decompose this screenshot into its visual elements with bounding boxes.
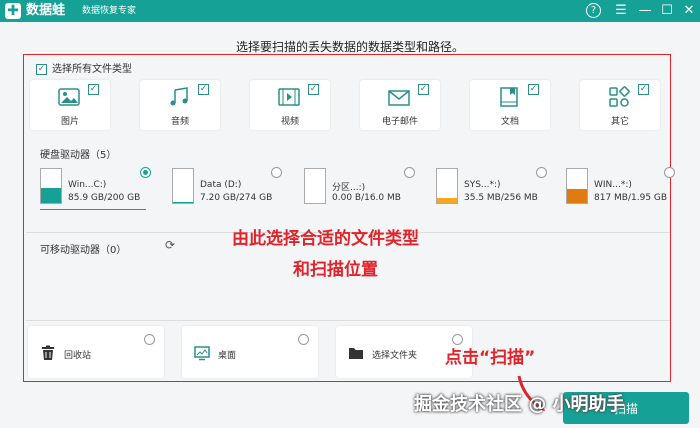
drive-icon	[436, 168, 458, 204]
drive-item[interactable]: SYS...*:) 35.5 MB/256 MB	[436, 165, 566, 211]
drive-icon	[304, 168, 326, 204]
filetype-label: 其它	[610, 117, 629, 127]
filetype-image[interactable]: ✓ 图片	[30, 80, 110, 130]
desktop-icon	[194, 346, 210, 361]
other-icon	[609, 86, 630, 107]
select-all-label: 选择所有文件类型	[52, 64, 132, 75]
location-label: 回收站	[64, 351, 92, 361]
location-radio[interactable]	[298, 334, 309, 345]
location-radio[interactable]	[144, 334, 155, 345]
instruction-text: 选择要扫描的丢失数据的数据类型和路径。	[235, 40, 464, 54]
close-icon[interactable]: ✕	[680, 2, 698, 20]
drive-usage-fill	[437, 198, 457, 203]
email-icon	[388, 90, 410, 106]
app-name: 数据蛙	[26, 3, 66, 18]
drive-radio[interactable]	[140, 167, 151, 178]
select-all-checkbox[interactable]: ✓ 选择所有文件类型	[36, 60, 132, 75]
drive-usage-fill	[41, 188, 61, 203]
maximize-icon[interactable]: ☐	[658, 2, 676, 20]
drive-item[interactable]: WIN...*:) 817 MB/1.95 GB	[566, 165, 696, 211]
drive-icon	[566, 168, 588, 204]
annotation-text-line2: 和扫描位置	[293, 260, 378, 280]
filetype-label: 视频	[280, 117, 299, 127]
drive-name: WIN...*:)	[594, 180, 632, 190]
checkbox-icon[interactable]: ✓	[308, 84, 319, 95]
drive-usage-fill	[567, 188, 587, 203]
video-icon	[278, 88, 300, 106]
checkbox-icon[interactable]: ✓	[198, 84, 209, 95]
drive-radio[interactable]	[536, 167, 547, 178]
drive-item[interactable]: 分区...:) 0.00 B/16.0 MB	[304, 165, 434, 211]
drive-icon	[172, 168, 194, 204]
location-label: 选择文件夹	[372, 351, 418, 361]
image-icon	[58, 88, 80, 106]
document-icon	[500, 87, 518, 107]
filetype-document[interactable]: ✓ 文档	[470, 80, 550, 130]
trash-icon	[42, 345, 54, 360]
annotation-text-line1: 由此选择合适的文件类型	[232, 229, 419, 249]
minimize-icon[interactable]: —	[636, 2, 654, 20]
drive-name: SYS...*:)	[464, 180, 501, 190]
drive-name: Data (D:)	[200, 180, 242, 190]
drive-icon	[40, 168, 62, 204]
drive-item[interactable]: Win...C:) 85.9 GB/200 GB	[40, 165, 170, 211]
music-icon	[170, 87, 188, 106]
filetype-email[interactable]: ✓ 电子邮件	[360, 80, 440, 130]
removable-section-title: 可移动驱动器（0）	[40, 245, 127, 256]
filetype-other[interactable]: ✓ 其它	[580, 80, 660, 130]
drive-item[interactable]: Data (D:) 7.20 GB/274 GB	[172, 165, 302, 211]
drive-radio[interactable]	[271, 167, 282, 178]
drive-radio[interactable]	[664, 167, 675, 178]
watermark-text: 掘金技术社区 @ 小明助手	[414, 394, 625, 415]
filetype-audio[interactable]: ✓ 音频	[140, 80, 220, 130]
drive-name: 分区...:)	[332, 183, 366, 193]
selected-underline	[40, 209, 146, 210]
drive-usage-fill	[173, 201, 193, 203]
location-recycle-bin[interactable]: 回收站	[28, 326, 164, 378]
checkbox-icon[interactable]: ✓	[528, 84, 539, 95]
drive-name: Win...C:)	[68, 180, 107, 190]
drive-radio[interactable]	[404, 167, 415, 178]
hdd-section-title: 硬盘驱动器（5）	[40, 150, 117, 161]
help-icon[interactable]: ?	[586, 3, 601, 18]
folder-icon	[349, 348, 363, 359]
filetype-video[interactable]: ✓ 视频	[250, 80, 330, 130]
menu-icon[interactable]: ☰	[612, 2, 630, 20]
drive-size: 0.00 B/16.0 MB	[332, 193, 401, 203]
drive-size: 7.20 GB/274 GB	[200, 193, 273, 203]
app-logo: ✚	[5, 3, 21, 19]
annotation-scan-hint: 点击“扫描”	[445, 348, 536, 368]
drive-size: 817 MB/1.95 GB	[594, 193, 668, 203]
checkbox-icon[interactable]: ✓	[88, 84, 99, 95]
location-label: 桌面	[218, 351, 237, 361]
checkbox-icon[interactable]: ✓	[418, 84, 429, 95]
drive-size: 85.9 GB/200 GB	[68, 193, 141, 203]
checkbox-icon[interactable]: ✓	[638, 84, 649, 95]
filetype-label: 电子邮件	[381, 117, 418, 127]
location-desktop[interactable]: 桌面	[182, 326, 318, 378]
title-bar: ✚ 数据蛙 数据恢复专家 ? ☰ — ☐ ✕	[0, 0, 700, 22]
app-subtitle: 数据恢复专家	[82, 6, 137, 16]
checkbox-icon: ✓	[36, 63, 47, 75]
section-divider	[26, 320, 670, 321]
drive-size: 35.5 MB/256 MB	[464, 193, 538, 203]
filetype-label: 音频	[170, 117, 189, 127]
refresh-icon[interactable]: ⟳	[165, 238, 175, 252]
filetype-label: 图片	[60, 117, 79, 127]
filetype-label: 文档	[500, 117, 519, 127]
